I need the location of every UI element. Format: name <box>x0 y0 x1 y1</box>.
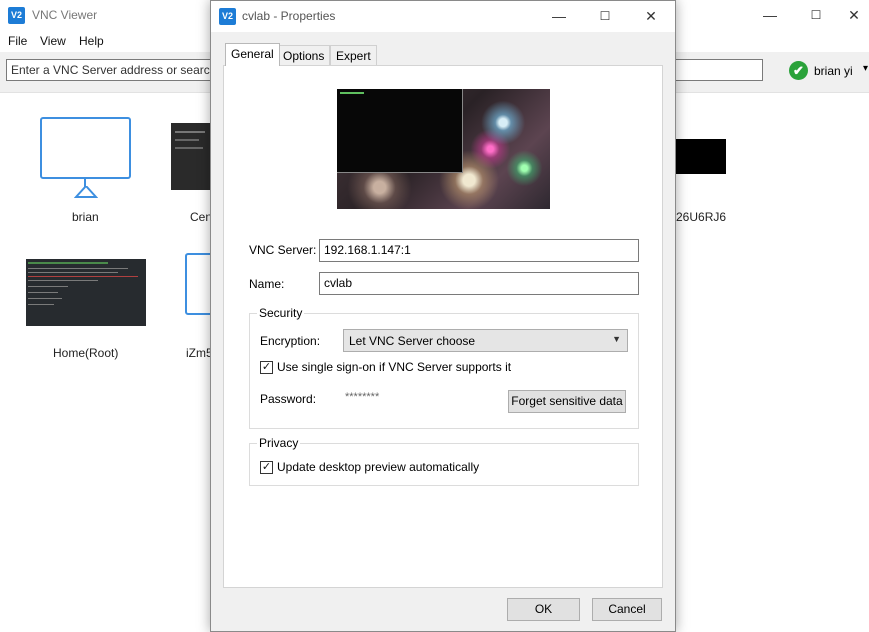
dialog-minimize-button[interactable]: — <box>536 1 582 32</box>
desktop-preview-image <box>337 89 550 209</box>
dialog-title: cvlab - Properties <box>242 9 336 23</box>
encryption-select[interactable]: Let VNC Server choose ▼ <box>343 329 628 352</box>
tile-label: Cen <box>190 210 213 224</box>
search-placeholder: Enter a VNC Server address or search <box>11 63 217 77</box>
server-thumbnail <box>26 259 146 326</box>
cancel-button[interactable]: Cancel <box>592 598 662 621</box>
vnc-server-input[interactable]: 192.168.1.147:1 <box>319 239 639 262</box>
privacy-group: Privacy ✓ Update desktop preview automat… <box>249 436 639 486</box>
tile-label: Home(Root) <box>53 346 119 360</box>
main-maximize-button[interactable]: ☐ <box>793 0 839 31</box>
dialog-close-button[interactable]: ✕ <box>628 1 674 32</box>
properties-dialog: V2 cvlab - Properties — ☐ ✕ General Opti… <box>210 0 676 632</box>
name-label: Name: <box>249 277 285 291</box>
encryption-label: Encryption: <box>260 334 321 348</box>
server-tile-26u6rj6[interactable]: 26U6RJ6 <box>676 139 736 227</box>
password-label: Password: <box>260 392 317 406</box>
tab-options[interactable]: Options <box>277 45 331 65</box>
vnc-viewer-logo-icon: V2 <box>8 7 25 24</box>
sso-checkbox-label: Use single sign-on if VNC Server support… <box>277 360 512 374</box>
preview-terminal-text <box>340 92 364 94</box>
security-group-title: Security <box>257 306 305 320</box>
forget-sensitive-data-button[interactable]: Forget sensitive data <box>508 390 626 413</box>
privacy-group-title: Privacy <box>257 436 301 450</box>
name-input[interactable]: cvlab <box>319 272 639 295</box>
ok-button[interactable]: OK <box>507 598 580 621</box>
user-name: brian yi <box>814 64 853 78</box>
sso-checkbox[interactable]: ✓ <box>260 361 273 374</box>
tab-general[interactable]: General <box>225 43 280 66</box>
sso-checkbox-row[interactable]: ✓ Use single sign-on if VNC Server suppo… <box>260 360 560 376</box>
server-tile-home-root[interactable]: Home(Root) <box>26 259 148 363</box>
server-tile-brian[interactable]: brian <box>36 115 136 227</box>
menu-view[interactable]: View <box>40 34 66 48</box>
signed-in-check-icon: ✔ <box>789 61 808 80</box>
vnc-viewer-logo-icon: V2 <box>219 8 236 25</box>
monitor-base-icon <box>74 186 98 198</box>
server-thumbnail <box>676 139 726 174</box>
main-window-title: VNC Viewer <box>32 8 98 22</box>
dialog-maximize-button[interactable]: ☐ <box>582 1 628 32</box>
tile-label: brian <box>72 210 99 224</box>
encryption-selected-value: Let VNC Server choose <box>349 334 476 348</box>
menu-help[interactable]: Help <box>79 34 104 48</box>
monitor-icon <box>40 117 131 179</box>
tile-label: iZm5 <box>186 346 213 360</box>
preview-terminal-window <box>337 89 463 173</box>
preview-checkbox-row[interactable]: ✓ Update desktop preview automatically <box>260 460 560 476</box>
menu-file[interactable]: File <box>8 34 27 48</box>
password-masked-value: ******** <box>345 391 380 403</box>
main-close-button[interactable]: ✕ <box>839 0 869 31</box>
update-preview-checkbox-label: Update desktop preview automatically <box>277 460 480 474</box>
vnc-server-label: VNC Server: <box>249 243 317 257</box>
main-minimize-button[interactable]: — <box>747 0 793 31</box>
tab-expert[interactable]: Expert <box>330 45 377 65</box>
chevron-down-icon: ▾ <box>863 63 869 74</box>
tile-label: 26U6RJ6 <box>676 210 727 224</box>
general-tab-panel: VNC Server: 192.168.1.147:1 Name: cvlab … <box>223 65 663 588</box>
dialog-title-bar: V2 cvlab - Properties — ☐ ✕ <box>211 1 675 32</box>
update-preview-checkbox[interactable]: ✓ <box>260 461 273 474</box>
security-group: Security Encryption: Let VNC Server choo… <box>249 306 639 429</box>
server-thumbnail <box>171 123 210 190</box>
server-tile-cen[interactable]: Cen <box>170 123 213 227</box>
chevron-down-icon: ▼ <box>612 334 621 344</box>
